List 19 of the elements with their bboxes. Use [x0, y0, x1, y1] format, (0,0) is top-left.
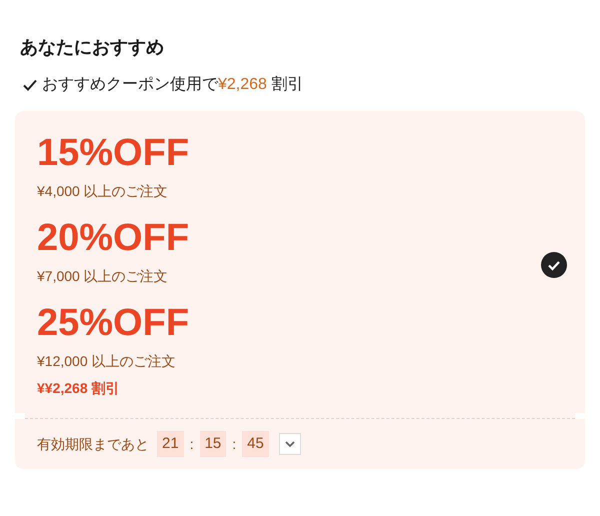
order-condition: ¥4,000 以上のご注文: [37, 182, 168, 201]
discount-title: 15%OFF: [37, 131, 190, 175]
timer-digits: 45: [242, 430, 269, 458]
order-condition: ¥7,000 以上のご注文: [37, 267, 168, 286]
summary-text: おすすめクーポン使用で¥2,268 割引: [42, 74, 304, 95]
timer-digits: 15: [200, 430, 226, 458]
discount-title: 25%OFF: [37, 301, 190, 345]
saving-amount: ¥¥2,268 割引: [37, 379, 120, 398]
order-condition: ¥12,000 以上のご注文: [37, 352, 176, 371]
section-title: あなたにおすすめ: [19, 36, 165, 59]
selected-check-icon[interactable]: [541, 252, 567, 278]
coupon-card[interactable]: 15%OFF ¥4,000 以上のご注文 20%OFF ¥7,000 以上のご注文 25%OFF ¥12,000 以上のご注文 ¥¥2,268 割引: [15, 111, 585, 413]
timer-separator: :: [190, 434, 194, 454]
expand-toggle[interactable]: [278, 433, 301, 455]
expiry-label: 有効期限まであと: [37, 434, 149, 454]
timer-digits: 21: [157, 430, 184, 458]
timer-separator: :: [232, 434, 236, 454]
check-icon: [22, 77, 38, 93]
discount-title: 20%OFF: [37, 216, 190, 260]
